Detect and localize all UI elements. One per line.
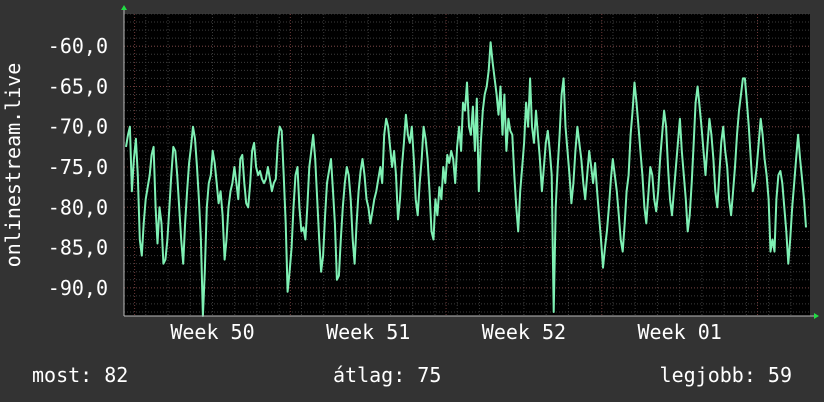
stats-row: most: 82 átlag: 75 legjobb: 59: [0, 362, 824, 388]
y-axis-label: onlinestream.live: [1, 63, 25, 268]
y-tick-label: -85,0: [48, 236, 108, 260]
x-tick-labels: Week 50 Week 51 Week 52 Week 01: [170, 320, 721, 344]
x-axis-arrow: [814, 313, 819, 319]
max-value: legjobb: 59: [659, 363, 792, 387]
y-axis-arrow: [121, 5, 127, 10]
x-tick-label: Week 51: [326, 320, 410, 344]
chart-container: -60,0 -65,0 -70,0 -75,0 -80,0 -85,0 -90,0 Week…: [0, 0, 824, 402]
y-tick-label: -70,0: [48, 115, 108, 139]
x-tick-label: Week 50: [170, 320, 254, 344]
current-value: most: 82: [32, 363, 129, 387]
x-tick-label: Week 52: [482, 320, 566, 344]
y-tick-label: -80,0: [48, 195, 108, 219]
y-tick-label: -60,0: [48, 34, 108, 58]
y-tick-labels: -60,0 -65,0 -70,0 -75,0 -80,0 -85,0 -90,0: [48, 34, 108, 300]
y-tick-label: -90,0: [48, 276, 108, 300]
x-tick-label: Week 01: [638, 320, 722, 344]
y-tick-label: -75,0: [48, 155, 108, 179]
average-value: átlag: 75: [333, 363, 442, 387]
y-tick-label: -65,0: [48, 74, 108, 98]
line-chart: -60,0 -65,0 -70,0 -75,0 -80,0 -85,0 -90,0 Week…: [1, 5, 819, 344]
